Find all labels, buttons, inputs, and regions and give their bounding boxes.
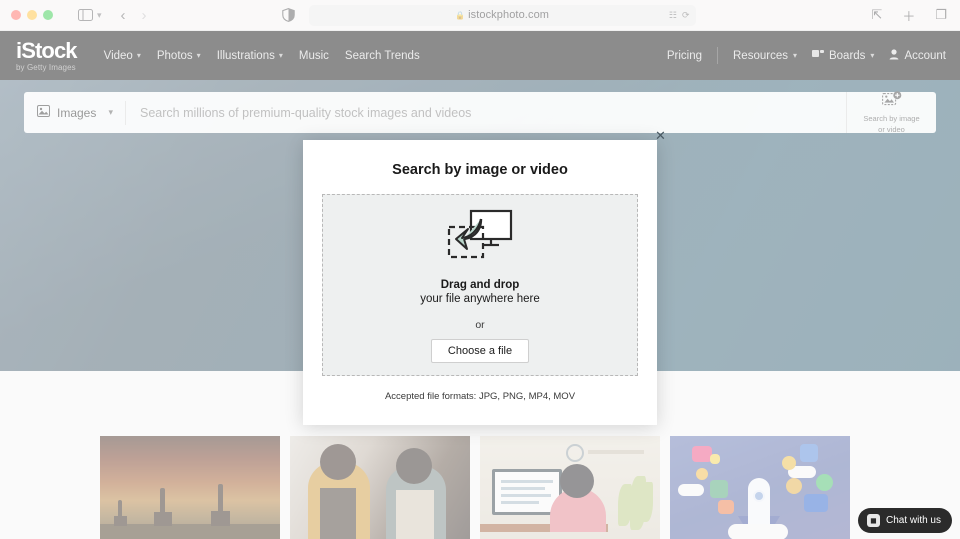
dropzone-headline: Drag and drop: [441, 279, 520, 291]
search-by-image-modal: Search by image or video Drag and drop y…: [303, 140, 657, 425]
drag-drop-image-icon: [445, 207, 515, 263]
chat-bubble-icon: ◼: [867, 514, 880, 527]
chat-label: Chat with us: [886, 515, 941, 526]
chat-with-us-button[interactable]: ◼ Chat with us: [858, 508, 952, 533]
dropzone-or: or: [475, 319, 484, 331]
page-root: ▾ ‹ › 🔒 istockphoto.com ☷ ⟳ ⇱ ＋ ❐ iSt: [0, 0, 960, 539]
close-icon[interactable]: ✕: [655, 129, 666, 142]
accepted-formats-text: Accepted file formats: JPG, PNG, MP4, MO…: [303, 391, 657, 402]
dropzone-subline: your file anywhere here: [420, 293, 540, 305]
choose-a-file-button[interactable]: Choose a file: [431, 339, 529, 363]
file-dropzone[interactable]: Drag and drop your file anywhere here or…: [322, 194, 638, 376]
modal-title: Search by image or video: [303, 162, 657, 178]
